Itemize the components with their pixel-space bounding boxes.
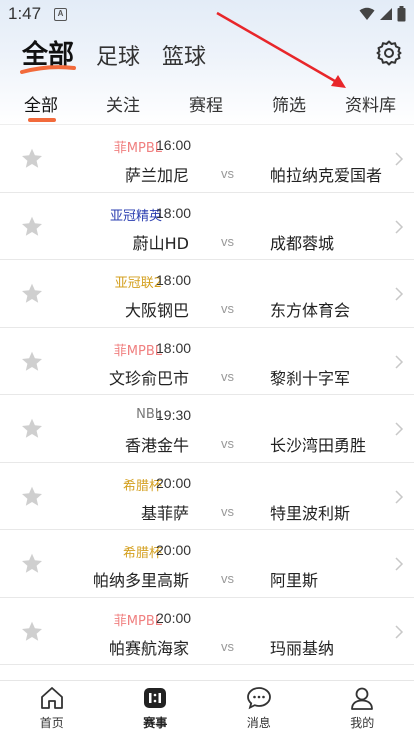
- favorite-star-icon[interactable]: [20, 282, 44, 306]
- match-time: 16:00: [156, 137, 192, 153]
- home-team: 基菲萨: [140, 503, 189, 523]
- match-time: 18:00: [156, 204, 192, 221]
- league-name: 亚冠联2: [114, 276, 162, 291]
- versus-label: vs: [221, 233, 234, 249]
- nav-label: 赛事: [143, 716, 168, 730]
- notification-icon: A: [54, 8, 67, 21]
- battery-icon: [397, 6, 406, 22]
- home-icon: [40, 687, 63, 709]
- away-team: 黎刹十字军: [270, 368, 351, 388]
- match-filter-tabs: 全部 关注 赛程 筛选 资料库: [0, 88, 414, 124]
- subtab-filter[interactable]: 筛选: [272, 91, 306, 116]
- bottom-nav: 首页 赛事 消息 我的: [0, 680, 414, 736]
- status-bar: 1:47 A: [0, 0, 414, 30]
- chevron-right-icon: [394, 354, 404, 370]
- favorite-star-icon[interactable]: [20, 350, 44, 374]
- versus-label: vs: [221, 436, 234, 451]
- match-row[interactable]: 亚冠联2 18:00 大阪钢巴 vs 东方体育会: [0, 260, 414, 328]
- nav-matches[interactable]: 赛事: [104, 681, 208, 736]
- chevron-right-icon: [394, 219, 404, 235]
- away-team: 东方体育会: [270, 301, 351, 320]
- subtab-all[interactable]: 全部: [24, 91, 58, 122]
- versus-label: vs: [221, 368, 234, 384]
- versus-label: vs: [221, 166, 234, 181]
- away-team: 玛丽基纳: [270, 638, 335, 658]
- subtab-following[interactable]: 关注: [106, 91, 140, 116]
- versus-label: vs: [221, 638, 234, 654]
- subtab-label: 全部: [24, 96, 58, 116]
- home-team: 香港金牛: [124, 436, 189, 455]
- active-subtab-underline: [28, 118, 56, 122]
- tab-all-sports[interactable]: 全部: [20, 34, 76, 74]
- chevron-right-icon: [394, 151, 404, 167]
- match-time: 19:30: [156, 407, 192, 423]
- home-team: 蔚山HD: [132, 233, 189, 253]
- home-team: 文珍俞巴市: [108, 368, 189, 388]
- home-team: 大阪钢巴: [124, 301, 189, 320]
- wifi-icon: [359, 7, 375, 20]
- signal-icon: [380, 8, 392, 20]
- home-team: 帕纳多里高斯: [92, 571, 189, 590]
- away-team: 成都蓉城: [270, 233, 335, 253]
- scoreboard-icon: [144, 688, 167, 708]
- tab-football[interactable]: 足球: [96, 39, 140, 71]
- favorite-star-icon[interactable]: [20, 147, 44, 171]
- versus-label: vs: [221, 503, 234, 519]
- away-team: 长沙湾田勇胜: [270, 436, 367, 455]
- chevron-right-icon: [394, 624, 404, 640]
- favorite-star-icon[interactable]: [20, 215, 44, 239]
- away-team: 特里波利斯: [270, 503, 351, 523]
- nav-label: 首页: [39, 716, 64, 730]
- chevron-right-icon: [394, 489, 404, 505]
- match-row[interactable]: 菲MPBL 18:00 文珍俞巴市 vs 黎刹十字军: [0, 327, 414, 395]
- league-name: 菲MPBL: [113, 343, 162, 359]
- tab-basketball[interactable]: 篮球: [162, 39, 206, 71]
- sport-tabs: 全部 足球 篮球: [20, 34, 206, 74]
- match-row[interactable]: 菲MPBL 20:00 帕赛航海家 vs 玛丽基纳: [0, 597, 414, 665]
- match-row[interactable]: NBL 19:30 香港金牛 vs 长沙湾田勇胜: [0, 395, 414, 463]
- versus-label: vs: [221, 301, 234, 316]
- system-icons: [359, 6, 406, 22]
- match-row[interactable]: 亚冠精英 18:00 蔚山HD vs 成都蓉城: [0, 192, 414, 260]
- match-time: 20:00: [156, 609, 192, 626]
- match-row[interactable]: 希腊杯 20:00 基菲萨 vs 特里波利斯: [0, 462, 414, 530]
- chat-bubble-icon: [246, 687, 271, 710]
- favorite-star-icon[interactable]: [20, 485, 44, 509]
- league-name: 菲MPBL: [113, 613, 162, 629]
- match-time: 18:00: [156, 272, 192, 288]
- match-time: 20:00: [156, 474, 192, 491]
- settings-gear-icon[interactable]: [376, 40, 402, 66]
- nav-profile[interactable]: 我的: [311, 681, 414, 736]
- chevron-right-icon: [394, 421, 404, 437]
- nav-label: 消息: [246, 716, 271, 730]
- subtab-database[interactable]: 资料库: [345, 91, 396, 116]
- favorite-star-icon[interactable]: [20, 620, 44, 644]
- home-team: 萨兰加尼: [124, 166, 189, 185]
- match-time: 18:00: [156, 339, 192, 356]
- away-team: 帕拉纳克爱国者: [270, 166, 383, 185]
- person-icon: [351, 687, 374, 710]
- subtab-schedule[interactable]: 赛程: [189, 91, 223, 116]
- favorite-star-icon[interactable]: [20, 552, 44, 576]
- home-team: 帕赛航海家: [108, 638, 189, 658]
- nav-messages[interactable]: 消息: [207, 681, 311, 736]
- versus-label: vs: [221, 571, 234, 586]
- match-row[interactable]: 菲MPBL 16:00 萨兰加尼 vs 帕拉纳克爱国者: [0, 125, 414, 193]
- match-row[interactable]: 希腊杯 20:00 帕纳多里高斯 vs 阿里斯: [0, 530, 414, 598]
- league-name: 菲MPBL: [113, 141, 162, 156]
- nav-home[interactable]: 首页: [0, 681, 104, 736]
- nav-label: 我的: [350, 716, 375, 730]
- chevron-right-icon: [394, 556, 404, 572]
- league-name: 亚冠精英: [109, 208, 162, 224]
- favorite-star-icon[interactable]: [20, 417, 44, 441]
- status-time: 1:47: [8, 4, 42, 23]
- active-tab-swoosh: [20, 65, 76, 74]
- match-time: 20:00: [156, 542, 192, 558]
- chevron-right-icon: [394, 286, 404, 302]
- match-list: 菲MPBL 16:00 萨兰加尼 vs 帕拉纳克爱国者 亚冠精英 18:00 蔚山HD vs 成都…: [0, 124, 414, 680]
- away-team: 阿里斯: [270, 571, 319, 590]
